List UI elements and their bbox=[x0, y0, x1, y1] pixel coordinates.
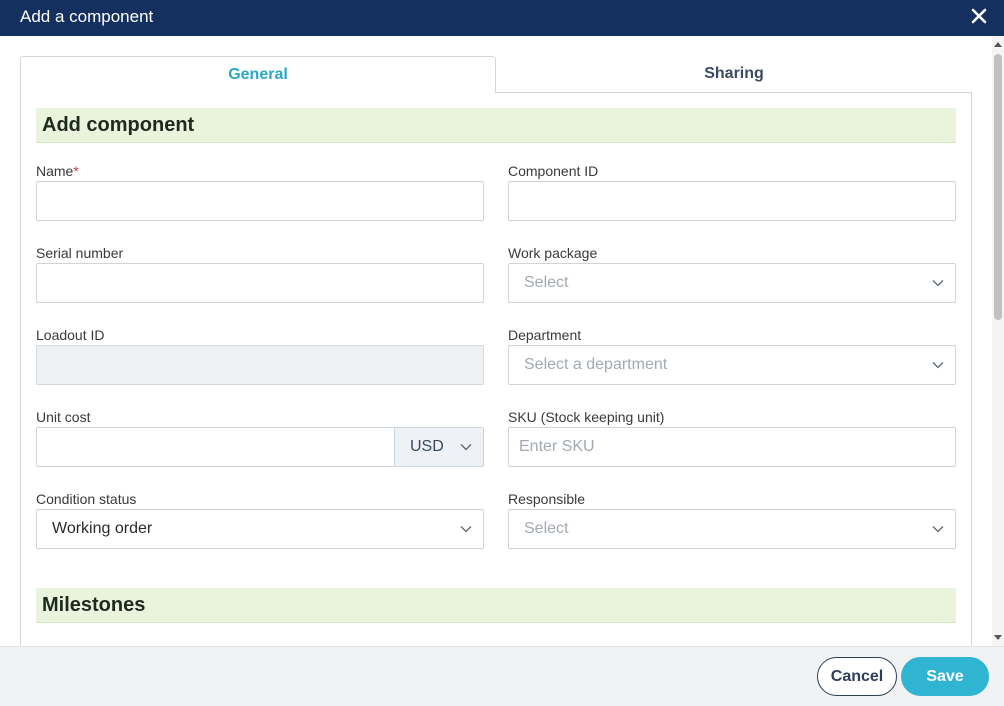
required-mark: * bbox=[73, 163, 79, 179]
name-input[interactable] bbox=[36, 181, 484, 221]
scroll-up-arrow-icon[interactable] bbox=[994, 42, 1002, 47]
condition-status-select[interactable]: Working order bbox=[36, 509, 484, 549]
serial-number-label: Serial number bbox=[36, 245, 124, 261]
currency-value: USD bbox=[410, 438, 444, 455]
unit-cost-field: USD bbox=[36, 427, 484, 467]
dialog-footer: Cancel Save bbox=[0, 646, 1004, 706]
sku-label: SKU (Stock keeping unit) bbox=[508, 409, 665, 425]
unit-cost-label: Unit cost bbox=[36, 409, 91, 425]
component-id-label: Component ID bbox=[508, 163, 599, 179]
name-label-text: Name bbox=[36, 163, 74, 179]
dialog-titlebar: Add a component bbox=[0, 0, 1004, 36]
tab-general[interactable]: General bbox=[20, 56, 496, 93]
section-header-add-component: Add component bbox=[36, 108, 956, 143]
chevron-down-icon bbox=[932, 526, 944, 533]
department-placeholder: Select a department bbox=[524, 356, 668, 373]
department-select[interactable]: Select a department bbox=[508, 345, 956, 385]
name-label: Name* bbox=[36, 163, 79, 179]
save-button[interactable]: Save bbox=[901, 657, 989, 696]
tab-bar: General Sharing bbox=[20, 56, 972, 93]
responsible-select[interactable]: Select bbox=[508, 509, 956, 549]
sku-input[interactable]: Enter SKU bbox=[508, 427, 956, 467]
work-package-select[interactable]: Select bbox=[508, 263, 956, 303]
dialog-title: Add a component bbox=[20, 7, 154, 26]
currency-select[interactable]: USD bbox=[394, 428, 483, 466]
loadout-id-input bbox=[36, 345, 484, 385]
scroll-thumb[interactable] bbox=[994, 54, 1002, 320]
department-label: Department bbox=[508, 327, 582, 343]
section-header-milestones: Milestones bbox=[36, 588, 956, 623]
close-icon[interactable] bbox=[968, 5, 990, 27]
work-package-placeholder: Select bbox=[524, 274, 569, 291]
condition-status-value: Working order bbox=[52, 520, 153, 537]
loadout-id-label: Loadout ID bbox=[36, 327, 105, 343]
sku-placeholder: Enter SKU bbox=[519, 438, 595, 455]
vertical-scrollbar[interactable] bbox=[992, 36, 1004, 646]
tab-sharing[interactable]: Sharing bbox=[496, 56, 972, 93]
condition-status-label: Condition status bbox=[36, 491, 137, 507]
chevron-down-icon bbox=[932, 280, 944, 287]
dialog-content: General Sharing Add component Name* Comp… bbox=[0, 36, 1004, 646]
responsible-placeholder: Select bbox=[524, 520, 569, 537]
cancel-button[interactable]: Cancel bbox=[817, 657, 897, 696]
chevron-down-icon bbox=[460, 526, 472, 533]
work-package-label: Work package bbox=[508, 245, 598, 261]
chevron-down-icon bbox=[460, 444, 472, 451]
component-id-input[interactable] bbox=[508, 181, 956, 221]
chevron-down-icon bbox=[932, 362, 944, 369]
serial-number-input[interactable] bbox=[36, 263, 484, 303]
responsible-label: Responsible bbox=[508, 491, 586, 507]
scroll-down-arrow-icon[interactable] bbox=[994, 635, 1002, 640]
